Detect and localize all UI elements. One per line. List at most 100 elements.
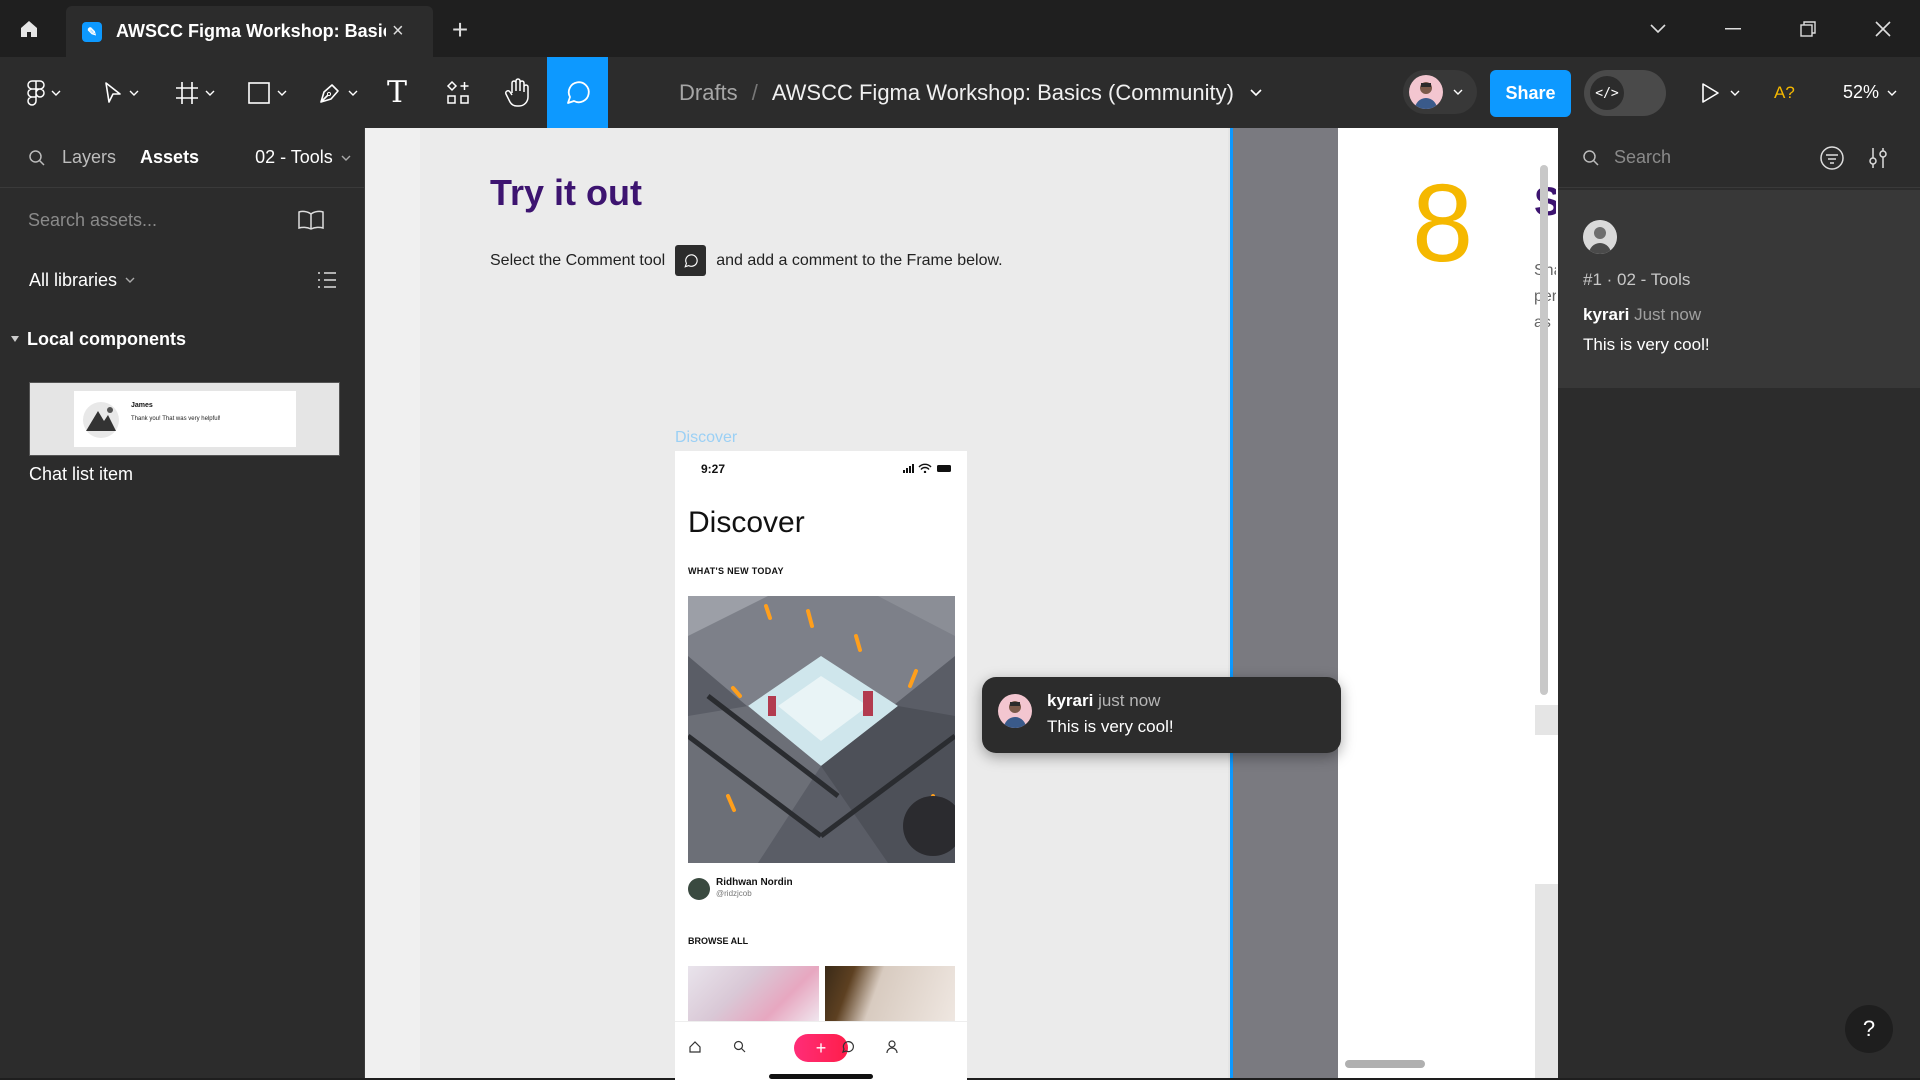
user-avatar-icon bbox=[1583, 220, 1617, 254]
bottom-navbar: + bbox=[675, 1021, 967, 1072]
status-time: 9:27 bbox=[701, 462, 726, 476]
browse-thumbnail bbox=[825, 966, 955, 1021]
libraries-filter[interactable]: All libraries bbox=[0, 252, 364, 308]
browse-thumbnail bbox=[688, 966, 819, 1021]
canvas-gap bbox=[1535, 705, 1558, 735]
hand-tool[interactable] bbox=[498, 57, 536, 128]
avatar bbox=[1583, 220, 1617, 254]
local-components-section[interactable]: Local components bbox=[0, 314, 364, 364]
new-tab-button[interactable]: + bbox=[440, 10, 480, 50]
author-name: Ridhwan Nordin bbox=[716, 877, 793, 888]
comment-thread[interactable]: #1 · 02 - Tools kyrari Just now This is … bbox=[1558, 190, 1920, 388]
search-icon[interactable] bbox=[28, 149, 46, 167]
chevron-down-icon bbox=[277, 90, 287, 96]
comment-text: This is very cool! bbox=[1583, 335, 1710, 354]
chevron-down-icon bbox=[51, 90, 61, 96]
library-book-icon[interactable] bbox=[298, 210, 324, 230]
text-tool[interactable]: T bbox=[380, 57, 414, 128]
search-assets-input[interactable]: Search assets... bbox=[28, 210, 298, 231]
comment-author: kyrari bbox=[1583, 305, 1630, 324]
settings-sliders-icon[interactable] bbox=[1867, 146, 1889, 170]
breadcrumb: Drafts / AWSCC Figma Workshop: Basics (C… bbox=[679, 57, 1262, 128]
browser-tab[interactable]: ✎ AWSCC Figma Workshop: Basics (Communit… bbox=[66, 6, 433, 57]
frame-tool[interactable] bbox=[170, 57, 220, 128]
user-avatar-icon bbox=[1415, 82, 1437, 109]
dev-mode-label: </> bbox=[1590, 76, 1624, 110]
tab-title: AWSCC Figma Workshop: Basics (Community) bbox=[116, 21, 386, 41]
help-button[interactable]: ? bbox=[1845, 1005, 1893, 1053]
restore-button[interactable] bbox=[1770, 0, 1845, 57]
cursor-icon bbox=[105, 81, 121, 103]
vertical-scrollbar[interactable] bbox=[1540, 165, 1548, 695]
chat-list-item-preview: James Thank you! That was very helpful! bbox=[74, 391, 296, 447]
home-button[interactable] bbox=[0, 0, 58, 57]
asset-search[interactable]: Search assets... bbox=[0, 190, 364, 250]
zoom-dropdown[interactable]: 52% bbox=[1843, 57, 1897, 128]
discover-frame[interactable]: 9:27 Discover WHAT'S NEW TODAY Ridhwan N bbox=[675, 451, 967, 1080]
main-menu-button[interactable] bbox=[20, 57, 68, 128]
move-tool[interactable] bbox=[96, 57, 146, 128]
tutorial-instruction: Select the Comment tool and add a commen… bbox=[490, 245, 1003, 276]
comment-meta: kyrari Just now bbox=[1583, 305, 1701, 325]
comment-author: kyrari bbox=[1047, 691, 1094, 710]
search-icon bbox=[1583, 149, 1599, 166]
libraries-label[interactable]: All libraries bbox=[29, 270, 117, 291]
frame-icon bbox=[176, 81, 198, 104]
caret-down-icon bbox=[11, 336, 19, 342]
add-post-button: + bbox=[794, 1034, 848, 1062]
comments-search: Search bbox=[1558, 128, 1920, 188]
frame-name-label[interactable]: Discover bbox=[675, 429, 737, 447]
multiplayer-avatar-button[interactable] bbox=[1403, 70, 1477, 114]
chevron-down-icon bbox=[1887, 90, 1897, 96]
figma-file-icon: ✎ bbox=[82, 21, 102, 42]
zoom-value: 52% bbox=[1843, 82, 1880, 102]
resources-tool[interactable] bbox=[440, 57, 476, 128]
avatar bbox=[998, 694, 1032, 728]
instruction-part-2: and add a comment to the Frame below. bbox=[716, 251, 1003, 269]
contact-avatar-icon bbox=[83, 402, 119, 438]
breadcrumb-drafts[interactable]: Drafts bbox=[679, 80, 738, 106]
share-button[interactable]: Share bbox=[1490, 70, 1571, 117]
pen-tool[interactable] bbox=[312, 57, 364, 128]
list-view-icon[interactable] bbox=[317, 271, 337, 289]
missing-fonts-button[interactable]: A? bbox=[1774, 57, 1795, 128]
figma-logo-icon bbox=[27, 79, 45, 106]
preview-text: Thank you! That was very helpful! bbox=[131, 416, 221, 422]
home-icon bbox=[21, 20, 37, 37]
canvas-comment-bubble[interactable]: kyrari just now This is very cool! bbox=[982, 677, 1341, 753]
chevron-down-icon bbox=[125, 277, 135, 283]
search-icon bbox=[733, 1040, 746, 1053]
home-icon bbox=[689, 1041, 701, 1053]
shape-tool[interactable] bbox=[242, 57, 292, 128]
comment-time: just now bbox=[1098, 691, 1161, 710]
horizontal-scrollbar[interactable] bbox=[1345, 1060, 1425, 1068]
featured-photo bbox=[688, 596, 955, 863]
comment-tool[interactable] bbox=[547, 57, 608, 128]
page-select[interactable]: 02 - Tools bbox=[255, 147, 333, 168]
dev-mode-toggle[interactable]: </> bbox=[1584, 70, 1666, 116]
component-thumbnail[interactable]: James Thank you! That was very helpful! bbox=[29, 382, 340, 456]
step-number: 8 bbox=[1412, 162, 1474, 285]
minimize-button[interactable] bbox=[1695, 0, 1770, 57]
tab-layers[interactable]: Layers bbox=[62, 147, 116, 168]
component-name[interactable]: Chat list item bbox=[29, 464, 133, 485]
tab-assets[interactable]: Assets bbox=[140, 147, 199, 168]
author-handle: @ridzjcob bbox=[716, 889, 752, 898]
present-button[interactable] bbox=[1694, 57, 1746, 128]
components-icon bbox=[446, 80, 469, 104]
tab-list-button[interactable] bbox=[1620, 0, 1695, 57]
restore-icon bbox=[1799, 20, 1816, 37]
minimize-icon bbox=[1724, 27, 1741, 29]
rectangle-icon bbox=[248, 81, 270, 104]
filter-icon[interactable] bbox=[1819, 145, 1845, 171]
user-avatar-icon bbox=[1004, 701, 1026, 728]
section-heading: WHAT'S NEW TODAY bbox=[688, 566, 784, 576]
file-name[interactable]: AWSCC Figma Workshop: Basics (Community) bbox=[772, 80, 1234, 106]
comments-search-input[interactable]: Search bbox=[1614, 147, 1819, 168]
close-window-button[interactable] bbox=[1845, 0, 1920, 57]
chevron-down-icon[interactable] bbox=[1250, 88, 1262, 97]
section-title: Local components bbox=[27, 328, 187, 349]
screen-title: Discover bbox=[688, 506, 805, 539]
home-indicator bbox=[769, 1074, 873, 1079]
tab-close-button[interactable]: × bbox=[392, 20, 412, 43]
